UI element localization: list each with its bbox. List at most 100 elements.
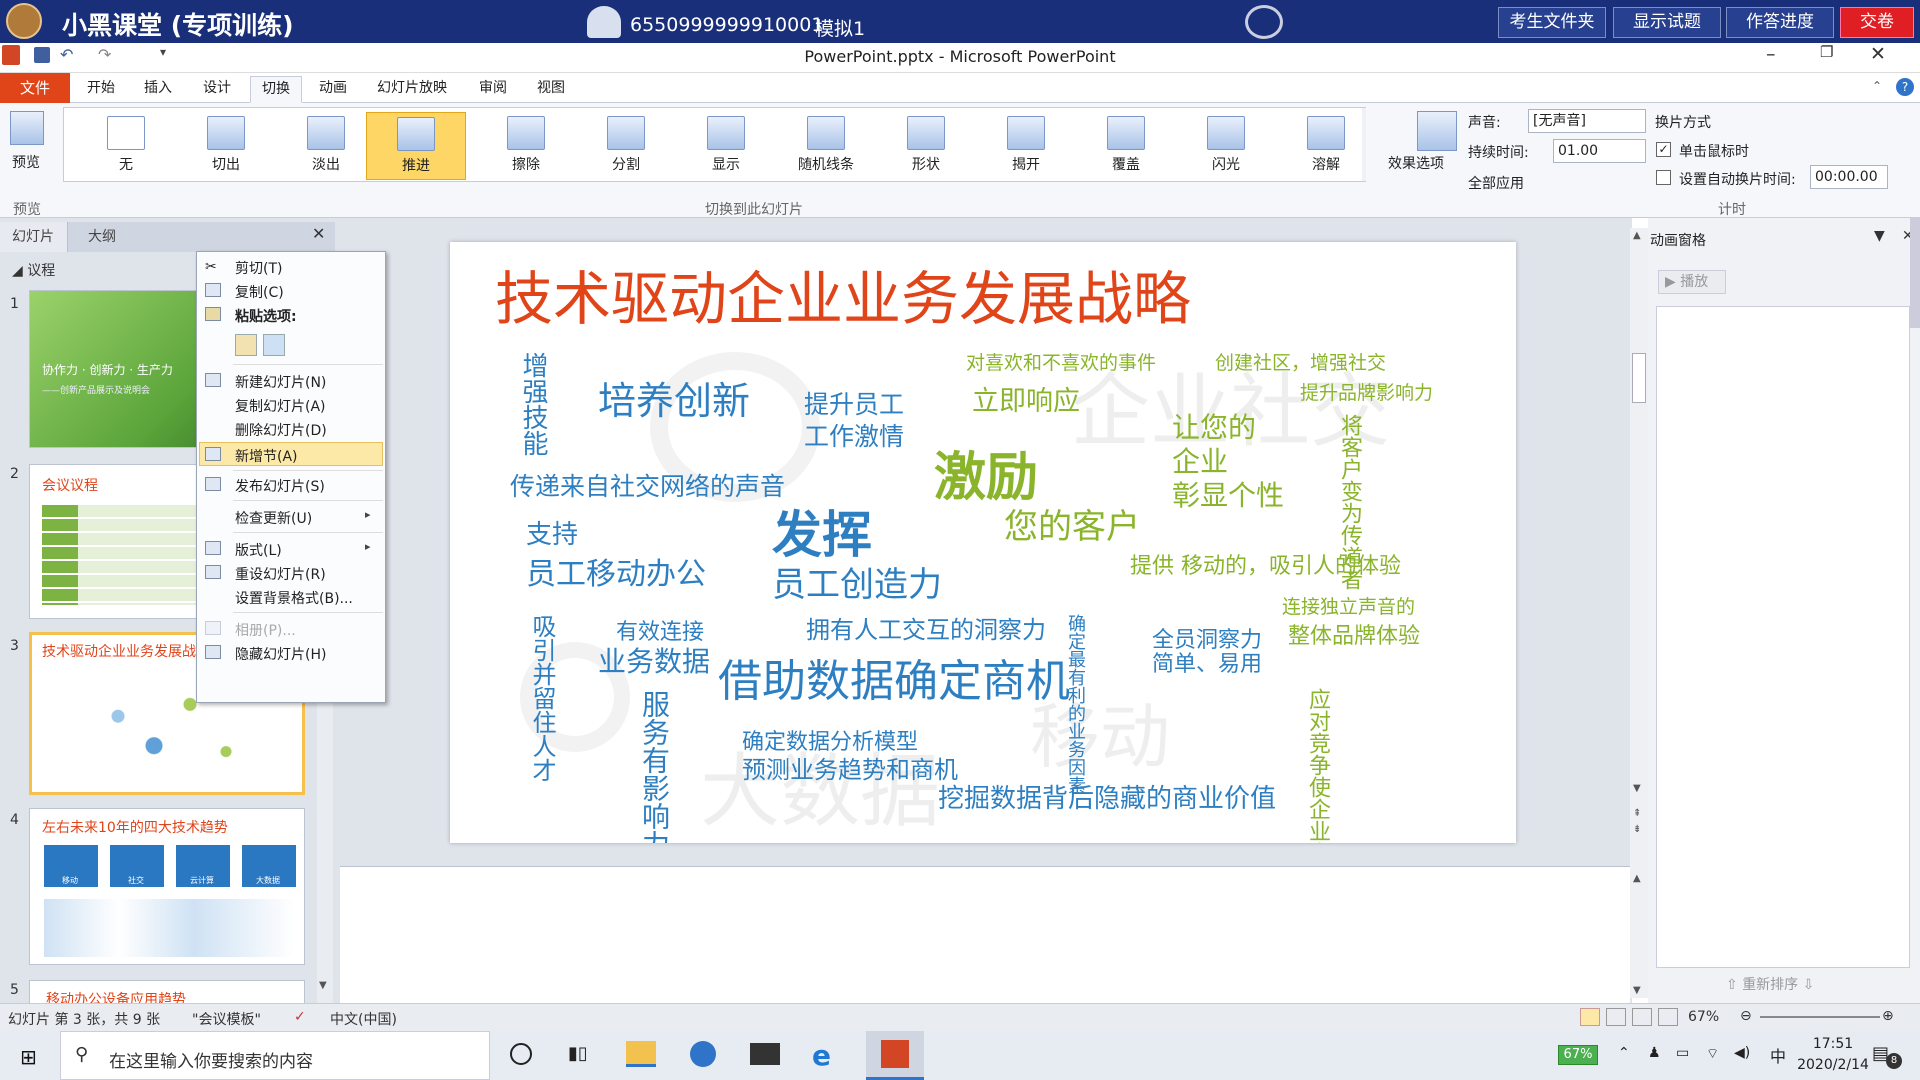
cortana-icon[interactable]: [510, 1043, 532, 1065]
candidate-folder-button[interactable]: 考生文件夹: [1498, 7, 1606, 38]
help-icon[interactable]: ?: [1896, 78, 1914, 96]
normal-view-icon[interactable]: [1580, 1008, 1600, 1026]
transition-flash[interactable]: 闪光: [1180, 112, 1272, 180]
tab-animations[interactable]: 动画: [308, 76, 358, 103]
slide-thumbnail-5[interactable]: 移动办公设备应用趋势: [29, 980, 305, 1008]
volume-icon[interactable]: ◀): [1734, 1045, 1750, 1061]
animation-list[interactable]: [1656, 306, 1910, 968]
menu-check-updates[interactable]: 检查更新(U): [235, 508, 312, 528]
gallery-scroll[interactable]: [1362, 108, 1366, 181]
play-button[interactable]: ▶ 播放: [1658, 270, 1726, 294]
transition-fade[interactable]: 淡出: [280, 112, 372, 180]
pane-scroll[interactable]: [1910, 218, 1920, 328]
transition-random-bars[interactable]: 随机线条: [780, 112, 872, 180]
section-header[interactable]: ◢ 议程: [12, 260, 55, 280]
close-icon[interactable]: ✕: [1870, 43, 1886, 65]
transition-uncover[interactable]: 揭开: [980, 112, 1072, 180]
minimize-icon[interactable]: –: [1766, 43, 1776, 65]
tab-home[interactable]: 开始: [76, 76, 126, 103]
show-questions-button[interactable]: 显示试题: [1613, 7, 1721, 38]
menu-copy[interactable]: 复制(C): [235, 282, 284, 302]
transition-reveal[interactable]: 显示: [680, 112, 772, 180]
reorder-control[interactable]: ⇧ 重新排序 ⇩: [1726, 974, 1814, 994]
menu-reset-slide[interactable]: 重设幻灯片(R): [235, 564, 326, 584]
tab-outline[interactable]: 大纲: [88, 226, 116, 246]
tab-file[interactable]: 文件: [0, 73, 70, 103]
duration-input[interactable]: 01.00: [1553, 139, 1646, 163]
transition-shape[interactable]: 形状: [880, 112, 972, 180]
transition-cut[interactable]: 切出: [180, 112, 272, 180]
apply-all-button[interactable]: 全部应用: [1468, 173, 1524, 193]
on-click-checkbox[interactable]: ✓: [1656, 142, 1671, 157]
menu-add-section[interactable]: 新增节(A): [235, 446, 298, 466]
notes-pane[interactable]: [340, 866, 1630, 1003]
menu-hide-slide[interactable]: 隐藏幻灯片(H): [235, 644, 326, 664]
auto-advance-input[interactable]: 00:00.00: [1810, 165, 1888, 189]
menu-new-slide[interactable]: 新建幻灯片(N): [235, 372, 326, 392]
effect-options-button[interactable]: 效果选项: [1388, 153, 1444, 173]
preview-button-label[interactable]: 预览: [12, 152, 40, 172]
edge-icon[interactable]: e: [812, 1039, 831, 1072]
preview-icon[interactable]: [10, 111, 44, 145]
submit-button[interactable]: 交卷: [1840, 7, 1914, 38]
anim-pane-menu-icon[interactable]: ▼: [1874, 228, 1885, 244]
scroll-thumb[interactable]: [1632, 353, 1646, 403]
transition-dissolve[interactable]: 溶解: [1280, 112, 1372, 180]
zoom-out-icon[interactable]: ⊖: [1740, 1008, 1752, 1024]
tab-view[interactable]: 视图: [526, 76, 576, 103]
tab-insert[interactable]: 插入: [133, 76, 183, 103]
tab-transitions[interactable]: 切换: [250, 76, 302, 103]
transition-wipe[interactable]: 擦除: [480, 112, 572, 180]
menu-format-background[interactable]: 设置背景格式(B)...: [235, 588, 353, 608]
menu-duplicate-slide[interactable]: 复制幻灯片(A): [235, 396, 326, 416]
tray-chevron-icon[interactable]: ⌃: [1618, 1045, 1630, 1061]
windows-start-icon[interactable]: ⊞: [20, 1045, 37, 1069]
theme-name[interactable]: "会议模板": [192, 1009, 261, 1029]
tab-design[interactable]: 设计: [192, 76, 242, 103]
powerpoint-taskbar-button[interactable]: [866, 1031, 924, 1080]
clock-app-icon[interactable]: [690, 1041, 716, 1067]
restore-icon[interactable]: ❐: [1820, 43, 1833, 61]
slide-thumbnail-4[interactable]: 左右未来10年的四大技术趋势 移动 社交 云计算 大数据: [29, 808, 305, 965]
paste-option-picture-icon[interactable]: [263, 334, 285, 356]
paste-option-keep-icon[interactable]: [235, 334, 257, 356]
mail-icon[interactable]: [750, 1043, 780, 1065]
sorter-view-icon[interactable]: [1606, 1008, 1626, 1026]
taskbar-search[interactable]: ⚲ 在这里输入你要搜索的内容: [60, 1031, 490, 1080]
tab-slideshow[interactable]: 幻灯片放映: [366, 76, 458, 103]
network-icon[interactable]: ⌔: [1706, 1045, 1719, 1063]
zoom-in-icon[interactable]: ⊕: [1882, 1008, 1894, 1024]
tab-slides[interactable]: 幻灯片: [12, 226, 54, 246]
panel-close-icon[interactable]: ✕: [312, 224, 325, 243]
tab-review[interactable]: 审阅: [468, 76, 518, 103]
clock-date[interactable]: 2020/2/14: [1788, 1057, 1878, 1073]
menu-publish-slides[interactable]: 发布幻灯片(S): [235, 476, 325, 496]
clock-time[interactable]: 17:51: [1798, 1036, 1868, 1052]
zoom-level[interactable]: 67%: [1688, 1009, 1719, 1025]
zoom-slider[interactable]: [1760, 1016, 1880, 1018]
slide-title[interactable]: 技术驱动企业业务发展战略: [495, 270, 1191, 328]
transition-none[interactable]: 无: [80, 112, 172, 180]
ime-indicator[interactable]: 中: [1770, 1043, 1786, 1067]
progress-button[interactable]: 作答进度: [1726, 7, 1834, 38]
slideshow-view-icon[interactable]: [1658, 1008, 1678, 1026]
sound-select[interactable]: [无声音]: [1528, 109, 1646, 133]
editor-scrollbar[interactable]: ▲ ▼ ⇞ ⇟ ▲ ▼: [1630, 228, 1648, 998]
auto-advance-checkbox[interactable]: [1656, 170, 1671, 185]
tray-app-icon[interactable]: ♟: [1648, 1045, 1661, 1061]
transition-push[interactable]: 推进: [366, 112, 466, 180]
slide-canvas[interactable]: 企业社交 移动 大数据 技术驱动企业业务发展战略 增强技能 培养创新 提升员工 …: [450, 242, 1516, 843]
battery-indicator[interactable]: 67%: [1558, 1045, 1598, 1065]
ribbon-collapse-icon[interactable]: ⌃: [1872, 79, 1882, 93]
reading-view-icon[interactable]: [1632, 1008, 1652, 1026]
spellcheck-icon[interactable]: ✓: [294, 1009, 306, 1025]
transition-cover[interactable]: 覆盖: [1080, 112, 1172, 180]
task-view-icon[interactable]: ▮▯: [568, 1043, 588, 1064]
file-explorer-icon[interactable]: [626, 1041, 656, 1067]
battery-icon[interactable]: ▭: [1676, 1045, 1689, 1061]
transition-split[interactable]: 分割: [580, 112, 672, 180]
effect-options-icon[interactable]: [1417, 111, 1457, 151]
menu-cut[interactable]: 剪切(T): [235, 258, 282, 278]
language[interactable]: 中文(中国): [330, 1009, 397, 1029]
menu-layout[interactable]: 版式(L): [235, 540, 282, 560]
